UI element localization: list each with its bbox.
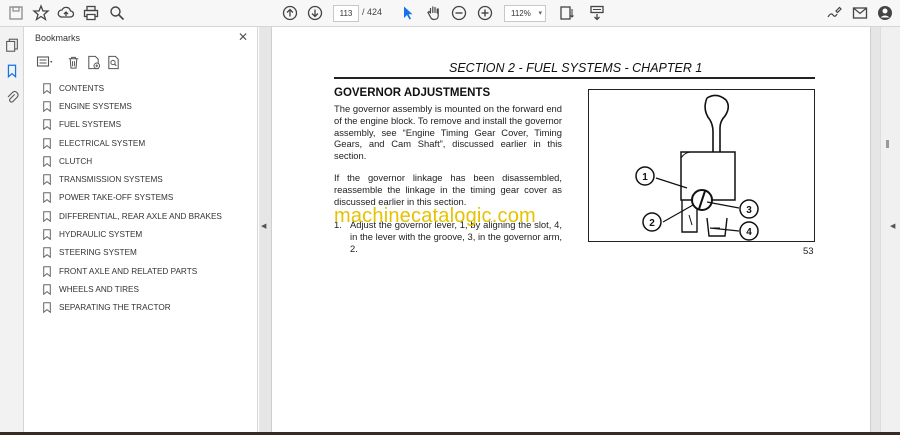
zoom-search-icon[interactable]: [107, 3, 127, 23]
save-icon[interactable]: [6, 3, 26, 23]
bookmarks-panel: Bookmarks ✕ CONTENTS ENGINE SYSTEMS FUEL…: [25, 27, 258, 435]
page-thumbnails-icon[interactable]: [3, 36, 21, 54]
bookmark-icon: [43, 284, 51, 295]
new-bookmark-icon[interactable]: [85, 54, 101, 70]
bookmark-label: STEERING SYSTEM: [59, 248, 137, 258]
annotation-tools-icon[interactable]: [587, 3, 607, 23]
bookmark-icon: [43, 302, 51, 314]
find-bookmark-icon[interactable]: [105, 54, 121, 70]
bookmark-item[interactable]: WHEELS AND TIRES: [25, 280, 258, 298]
paragraph: If the governor linkage has been disasse…: [334, 172, 562, 207]
bookmark-icon: [43, 210, 51, 222]
bookmark-label: FUEL SYSTEMS: [59, 120, 122, 130]
bookmark-label: CONTENTS: [59, 83, 105, 93]
page-number-input[interactable]: 113: [333, 5, 359, 22]
bookmark-icon: [43, 265, 51, 277]
bookmark-item[interactable]: ENGINE SYSTEMS: [25, 97, 258, 115]
print-icon[interactable]: [81, 3, 101, 23]
bookmark-item[interactable]: FUEL SYSTEMS: [25, 116, 258, 134]
callout-2: 2: [649, 218, 655, 229]
collapse-panel-left-icon[interactable]: ◀: [261, 222, 266, 230]
bookmark-label: POWER TAKE-OFF SYSTEMS: [59, 193, 174, 203]
scrollbar-thumb[interactable]: [886, 140, 889, 148]
vertical-scrollbar[interactable]: [880, 27, 900, 435]
sign-pen-icon[interactable]: [824, 3, 844, 23]
navigation-rail: [0, 27, 24, 435]
bookmark-item[interactable]: TRANSMISSION SYSTEMS: [25, 170, 258, 188]
callout-3: 3: [746, 205, 752, 216]
account-icon[interactable]: [875, 3, 895, 23]
section-rule: [334, 77, 815, 79]
bookmark-item[interactable]: HYDRAULIC SYSTEM: [25, 225, 258, 243]
bookmarks-toolbar: [33, 54, 253, 72]
bookmark-item[interactable]: SEPARATING THE TRACTOR: [25, 299, 258, 317]
hand-tool-icon[interactable]: [424, 3, 444, 23]
chevron-down-icon: ▾: [538, 10, 542, 17]
bookmark-label: HYDRAULIC SYSTEM: [59, 230, 143, 240]
bookmarks-icon[interactable]: [3, 62, 21, 80]
bookmark-item[interactable]: ELECTRICAL SYSTEM: [25, 134, 258, 152]
bookmark-item[interactable]: DIFFERENTIAL, REAR AXLE AND BRAKES: [25, 207, 258, 225]
panel-title: Bookmarks: [35, 33, 81, 43]
bookmark-label: TRANSMISSION SYSTEMS: [59, 175, 163, 185]
close-icon[interactable]: ✕: [236, 30, 250, 44]
bookmark-label: DIFFERENTIAL, REAR AXLE AND BRAKES: [59, 211, 222, 221]
bookmark-icon: [43, 247, 51, 259]
attachments-icon[interactable]: [3, 88, 21, 106]
total-pages: 424: [367, 7, 383, 17]
bookmark-icon: [43, 137, 51, 149]
callout-1: 1: [642, 172, 648, 183]
bookmark-label: WHEELS AND TIRES: [59, 284, 139, 294]
bookmark-label: ELECTRICAL SYSTEM: [59, 138, 146, 148]
watermark: machinecatalogic.com: [334, 205, 536, 227]
bookmark-icon: [43, 229, 51, 241]
bookmark-label: ENGINE SYSTEMS: [59, 101, 132, 111]
zoom-level-select[interactable]: 112% ▾: [504, 5, 546, 22]
bookmark-icon: [43, 192, 51, 204]
page-fit-icon[interactable]: [557, 3, 577, 23]
bookmark-icon: [43, 82, 51, 94]
mail-icon[interactable]: [850, 3, 870, 23]
governor-illustration: 1 2 3 4: [635, 94, 759, 241]
page-separator: /: [362, 7, 365, 17]
zoom-level-value: 112%: [511, 9, 531, 18]
bookmark-item[interactable]: CONTENTS: [25, 79, 258, 97]
callout-4: 4: [746, 227, 752, 238]
toolbar: 113 / 424 112% ▾: [0, 0, 900, 27]
bookmark-label: CLUTCH: [59, 156, 93, 166]
bookmark-icon: [43, 174, 51, 186]
previous-page-icon[interactable]: [280, 3, 300, 23]
bookmark-list: CONTENTS ENGINE SYSTEMS FUEL SYSTEMS ELE…: [25, 79, 258, 317]
bookmark-icon: [43, 156, 51, 167]
paragraph: The governor assembly is mounted on the …: [334, 103, 562, 162]
pdf-viewer: 113 / 424 112% ▾ Bookmarks ✕ CONTENTS EN…: [0, 0, 900, 435]
zoom-out-icon[interactable]: [449, 3, 469, 23]
governor-lever-figure: 1 2 3 4: [588, 89, 815, 242]
zoom-in-icon[interactable]: [475, 3, 495, 23]
page-number: 53: [803, 246, 814, 257]
bookmark-label: FRONT AXLE AND RELATED PARTS: [59, 266, 198, 276]
delete-bookmark-icon[interactable]: [65, 54, 81, 70]
bookmark-icon: [43, 119, 51, 131]
next-page-icon[interactable]: [305, 3, 325, 23]
star-icon[interactable]: [31, 3, 51, 23]
bookmark-icon: [43, 101, 51, 112]
bookmark-label: SEPARATING THE TRACTOR: [59, 303, 171, 313]
upload-cloud-icon[interactable]: [56, 3, 76, 23]
bookmark-item[interactable]: POWER TAKE-OFF SYSTEMS: [25, 189, 258, 207]
bookmark-item[interactable]: STEERING SYSTEM: [25, 244, 258, 262]
bookmark-item[interactable]: FRONT AXLE AND RELATED PARTS: [25, 262, 258, 280]
select-cursor-icon[interactable]: [398, 3, 418, 23]
options-menu-icon[interactable]: [36, 54, 56, 70]
bookmark-item[interactable]: CLUTCH: [25, 152, 258, 170]
collapse-panel-right-icon[interactable]: ◀: [890, 222, 895, 230]
page-heading: GOVERNOR ADJUSTMENTS: [334, 87, 491, 99]
section-header: SECTION 2 - FUEL SYSTEMS - CHAPTER 1: [449, 61, 703, 75]
